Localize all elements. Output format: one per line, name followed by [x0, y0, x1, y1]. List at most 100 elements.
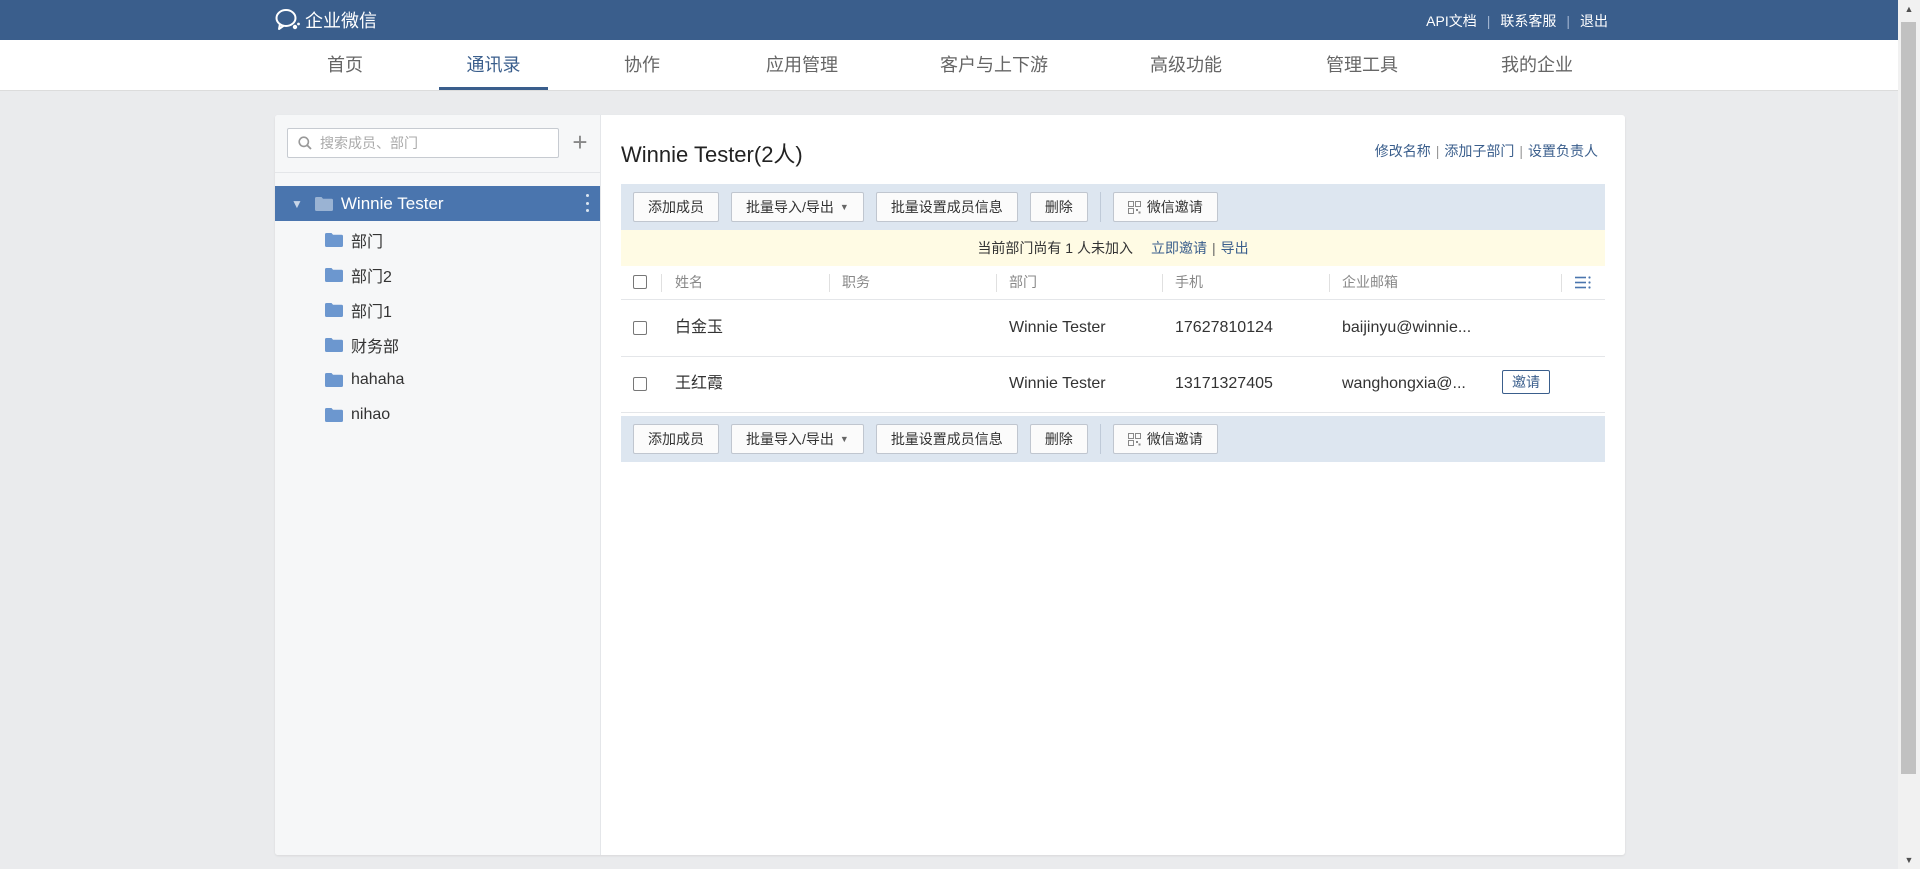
nav-my-enterprise[interactable]: 我的企业 [1487, 40, 1587, 90]
scroll-up-arrow-icon[interactable]: ▲ [1898, 0, 1920, 18]
tree-item-label: 部门1 [351, 303, 392, 321]
table-row[interactable]: 白金玉 Winnie Tester 17627810124 baijinyu@w… [621, 300, 1605, 357]
contacts-card: + ▼ Winnie Tester 部门 部门2 部门1 财务部 [275, 115, 1625, 855]
dropdown-caret-icon: ▼ [839, 434, 849, 444]
top-links: API文档 | 联系客服 | 退出 [1426, 11, 1608, 31]
member-email: wanghongxia@... [1342, 375, 1466, 392]
pending-join-notice: 当前部门尚有 1 人未加入 立即邀请 | 导出 [621, 230, 1605, 266]
import-export-label: 批量导入/导出 [746, 431, 834, 447]
expand-arrow-icon[interactable]: ▼ [291, 197, 303, 211]
contact-support-link[interactable]: 联系客服 [1500, 11, 1556, 31]
folder-icon [325, 337, 343, 352]
tree-item-label: hahaha [351, 370, 405, 388]
row-checkbox[interactable] [633, 321, 647, 335]
column-header-email[interactable]: 企业邮箱 [1342, 266, 1398, 299]
more-options-icon[interactable] [584, 194, 590, 212]
batch-set-info-button[interactable]: 批量设置成员信息 [875, 424, 1018, 454]
row-checkbox[interactable] [633, 377, 647, 391]
scroll-thumb[interactable] [1901, 22, 1916, 774]
member-phone: 17627810124 [1175, 319, 1273, 336]
export-link[interactable]: 导出 [1221, 238, 1249, 258]
tree-item-label: nihao [351, 405, 391, 423]
tree-item-department[interactable]: 财务部 [325, 327, 595, 362]
rename-link[interactable]: 修改名称 [1375, 141, 1431, 161]
set-manager-link[interactable]: 设置负责人 [1528, 141, 1598, 161]
add-member-button[interactable]: 添加成员 [633, 424, 719, 454]
link-divider: | [1519, 143, 1523, 159]
add-subdepartment-link[interactable]: 添加子部门 [1444, 141, 1514, 161]
column-settings-icon[interactable] [1575, 276, 1591, 289]
column-divider [996, 274, 997, 292]
column-header-name[interactable]: 姓名 [675, 266, 703, 299]
wechat-invite-button[interactable]: 微信邀请 [1112, 424, 1218, 454]
logout-link[interactable]: 退出 [1580, 11, 1608, 31]
search-icon [298, 136, 312, 150]
member-table-header: 姓名 职务 部门 手机 企业邮箱 [621, 266, 1605, 300]
import-export-label: 批量导入/导出 [746, 199, 834, 215]
column-divider [1329, 274, 1330, 292]
department-actions: 修改名称 | 添加子部门 | 设置负责人 [1375, 141, 1598, 161]
nav-home[interactable]: 首页 [310, 40, 380, 90]
tree-item-department[interactable]: 部门1 [325, 292, 595, 327]
tree-item-label: 部门 [351, 233, 384, 251]
nav-collaboration[interactable]: 协作 [607, 40, 677, 90]
scroll-down-arrow-icon[interactable]: ▼ [1898, 851, 1920, 869]
delete-button[interactable]: 删除 [1029, 192, 1088, 222]
tree-root-label: Winnie Tester [340, 193, 444, 213]
delete-button[interactable]: 删除 [1029, 424, 1088, 454]
nav-customers[interactable]: 客户与上下游 [934, 40, 1054, 90]
tree-item-department[interactable]: 部门2 [325, 257, 595, 292]
import-export-dropdown[interactable]: 批量导入/导出 ▼ [731, 192, 864, 222]
sidebar-divider [275, 172, 600, 173]
tree-root-department[interactable]: ▼ Winnie Tester [275, 186, 600, 221]
nav-advanced[interactable]: 高级功能 [1136, 40, 1236, 90]
import-export-dropdown[interactable]: 批量导入/导出 ▼ [731, 424, 864, 454]
link-divider: | [1566, 13, 1570, 29]
column-header-phone[interactable]: 手机 [1175, 266, 1203, 299]
column-divider [829, 274, 830, 292]
wechat-invite-label: 微信邀请 [1146, 199, 1203, 215]
page-scrollbar[interactable]: ▲ ▼ [1898, 0, 1920, 869]
member-department: Winnie Tester [1009, 319, 1106, 336]
folder-icon [325, 372, 343, 387]
wechat-invite-button[interactable]: 微信邀请 [1112, 192, 1218, 222]
batch-set-info-button[interactable]: 批量设置成员信息 [875, 192, 1018, 222]
folder-icon [325, 267, 343, 282]
brand-logo[interactable]: 企业微信 [275, 8, 377, 32]
folder-icon [325, 232, 343, 247]
wecom-logo-icon [275, 9, 300, 30]
column-header-department[interactable]: 部门 [1009, 266, 1037, 299]
member-department: Winnie Tester [1009, 375, 1106, 392]
department-sidebar: + ▼ Winnie Tester 部门 部门2 部门1 财务部 [275, 115, 601, 855]
toolbar-divider [1099, 424, 1101, 454]
department-title: Winnie Tester(2人) [621, 142, 803, 167]
main-nav: 首页 通讯录 协作 应用管理 客户与上下游 高级功能 管理工具 我的企业 [0, 40, 1898, 91]
invite-button[interactable]: 邀请 [1502, 370, 1550, 394]
search-box [287, 128, 559, 158]
add-icon[interactable]: + [568, 129, 592, 157]
member-phone: 13171327405 [1175, 375, 1273, 392]
tree-item-label: 财务部 [351, 338, 400, 356]
member-toolbar-top: 添加成员 批量导入/导出 ▼ 批量设置成员信息 删除 微信邀请 [621, 184, 1605, 230]
table-row[interactable]: 王红霞 Winnie Tester 13171327405 wanghongxi… [621, 356, 1605, 413]
qr-code-icon [1127, 200, 1141, 214]
invite-now-link[interactable]: 立即邀请 [1151, 238, 1207, 258]
column-header-position[interactable]: 职务 [842, 266, 870, 299]
tree-item-department[interactable]: 部门 [325, 222, 595, 257]
link-divider: | [1435, 143, 1440, 159]
column-divider [1162, 274, 1163, 292]
search-input[interactable] [318, 134, 542, 152]
api-docs-link[interactable]: API文档 [1426, 11, 1477, 31]
tree-item-department[interactable]: hahaha [325, 362, 595, 397]
column-divider [661, 274, 662, 292]
nav-app-management[interactable]: 应用管理 [752, 40, 852, 90]
member-name: 王红霞 [675, 375, 724, 392]
tree-item-department[interactable]: nihao [325, 397, 595, 432]
qr-code-icon [1127, 432, 1141, 446]
nav-admin-tools[interactable]: 管理工具 [1312, 40, 1412, 90]
wechat-invite-label: 微信邀请 [1146, 431, 1203, 447]
select-all-checkbox[interactable] [633, 275, 647, 289]
dropdown-caret-icon: ▼ [839, 202, 849, 212]
nav-contacts[interactable]: 通讯录 [439, 40, 548, 90]
add-member-button[interactable]: 添加成员 [633, 192, 719, 222]
